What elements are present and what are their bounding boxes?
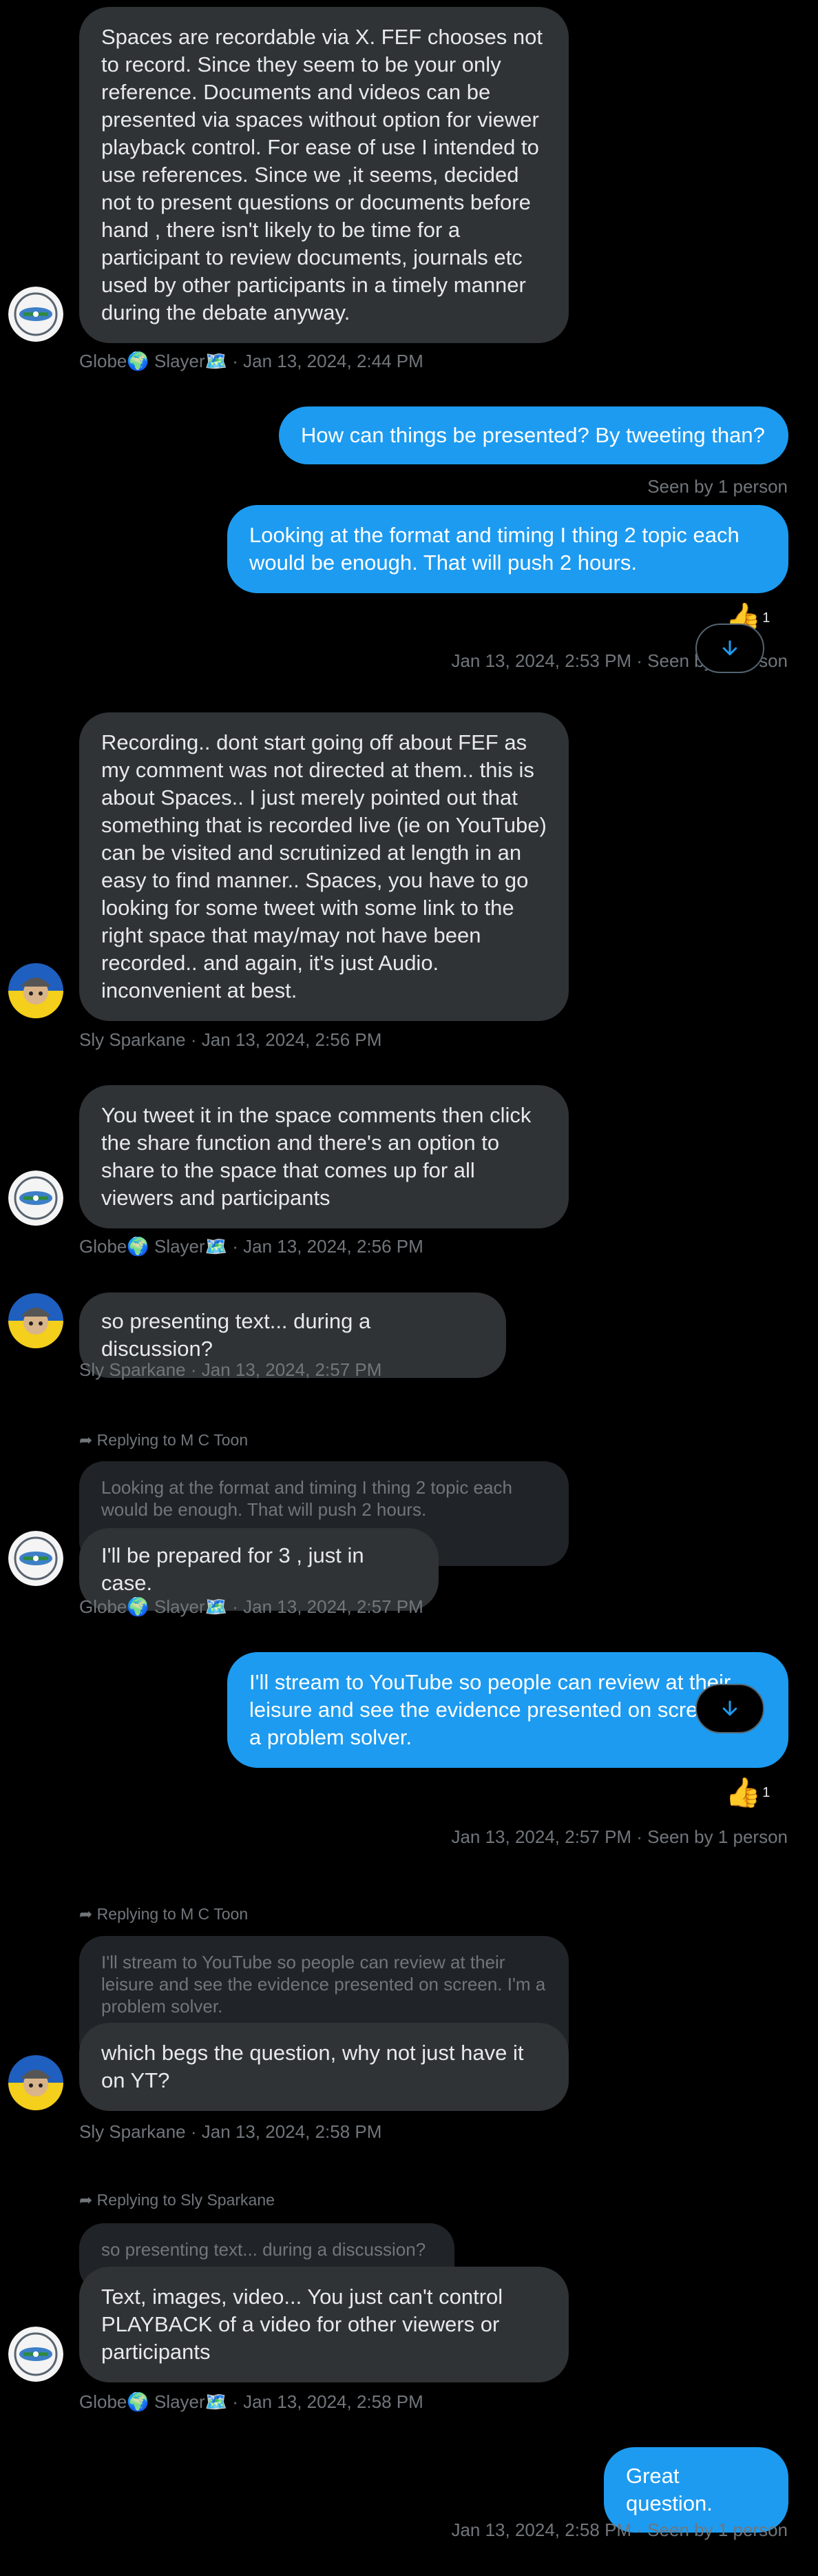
message-meta: Globe🌍 Slayer🗺️ · Jan 13, 2024, 2:58 PM [79, 2391, 423, 2412]
globe-map-avatar-icon [8, 1531, 63, 1586]
sly-sparkane-avatar-icon [8, 963, 63, 1018]
avatar-globe-slayer[interactable] [8, 1171, 63, 1226]
avatar-sly-sparkane[interactable] [8, 1293, 63, 1348]
message-bubble[interactable]: which begs the question, why not just ha… [79, 2023, 569, 2111]
message-bubble[interactable]: Spaces are recordable via X. FEF chooses… [79, 7, 569, 343]
replying-to-label: Replying to M C Toon [96, 1431, 249, 1449]
arrow-down-icon [722, 640, 737, 656]
avatar-globe-slayer[interactable] [8, 1531, 63, 1586]
message-bubble[interactable]: Recording.. dont start going off about F… [79, 712, 569, 1021]
replying-to[interactable]: ➦ Replying to M C Toon [79, 1431, 248, 1450]
message-meta: Globe🌍 Slayer🗺️ · Jan 13, 2024, 2:44 PM [79, 351, 423, 371]
globe-map-avatar-icon [8, 287, 63, 342]
seen-status: Seen by 1 person [647, 476, 788, 497]
scroll-to-bottom-button[interactable] [695, 624, 764, 673]
reaction-count: 1 [762, 610, 770, 626]
globe-map-avatar-icon [8, 2327, 63, 2382]
message-bubble[interactable]: How can things be presented? By tweeting… [279, 406, 788, 464]
avatar-globe-slayer[interactable] [8, 287, 63, 342]
message-meta: Sly Sparkane · Jan 13, 2024, 2:58 PM [79, 2121, 382, 2142]
message-meta: Sly Sparkane · Jan 13, 2024, 2:56 PM [79, 1029, 382, 1050]
reply-arrow-icon: ➦ [79, 1905, 93, 1923]
sly-sparkane-avatar-icon [8, 1293, 63, 1348]
message-meta: Globe🌍 Slayer🗺️ · Jan 13, 2024, 2:57 PM [79, 1596, 423, 1617]
arrow-down-icon [722, 1700, 737, 1716]
reply-arrow-icon: ➦ [79, 2191, 93, 2209]
message-meta: Jan 13, 2024, 2:57 PM · Seen by 1 person [451, 1826, 788, 1847]
replying-to-label: Replying to M C Toon [96, 1905, 249, 1923]
replying-to-label: Replying to Sly Sparkane [96, 2191, 275, 2209]
sly-sparkane-avatar-icon [8, 2055, 63, 2110]
message-bubble[interactable]: Looking at the format and timing I thing… [227, 505, 788, 593]
message-bubble[interactable]: Text, images, video... You just can't co… [79, 2267, 569, 2382]
scroll-to-bottom-button[interactable] [695, 1684, 764, 1733]
message-meta: Sly Sparkane · Jan 13, 2024, 2:57 PM [79, 1359, 382, 1380]
avatar-globe-slayer[interactable] [8, 2327, 63, 2382]
reply-arrow-icon: ➦ [79, 1431, 93, 1449]
avatar-sly-sparkane[interactable] [8, 2055, 63, 2110]
message-meta: Globe🌍 Slayer🗺️ · Jan 13, 2024, 2:56 PM [79, 1236, 423, 1257]
message-meta: Jan 13, 2024, 2:58 PM · Seen by 1 person [451, 2520, 788, 2540]
replying-to[interactable]: ➦ Replying to M C Toon [79, 1905, 248, 1924]
reaction-count: 1 [762, 1785, 770, 1800]
thumbs-up-icon: 👍 [725, 1776, 762, 1809]
message-bubble[interactable]: You tweet it in the space comments then … [79, 1085, 569, 1228]
avatar-sly-sparkane[interactable] [8, 963, 63, 1018]
replying-to[interactable]: ➦ Replying to Sly Sparkane [79, 2191, 275, 2209]
reaction[interactable]: 👍 1 [725, 1778, 770, 1807]
globe-map-avatar-icon [8, 1171, 63, 1226]
